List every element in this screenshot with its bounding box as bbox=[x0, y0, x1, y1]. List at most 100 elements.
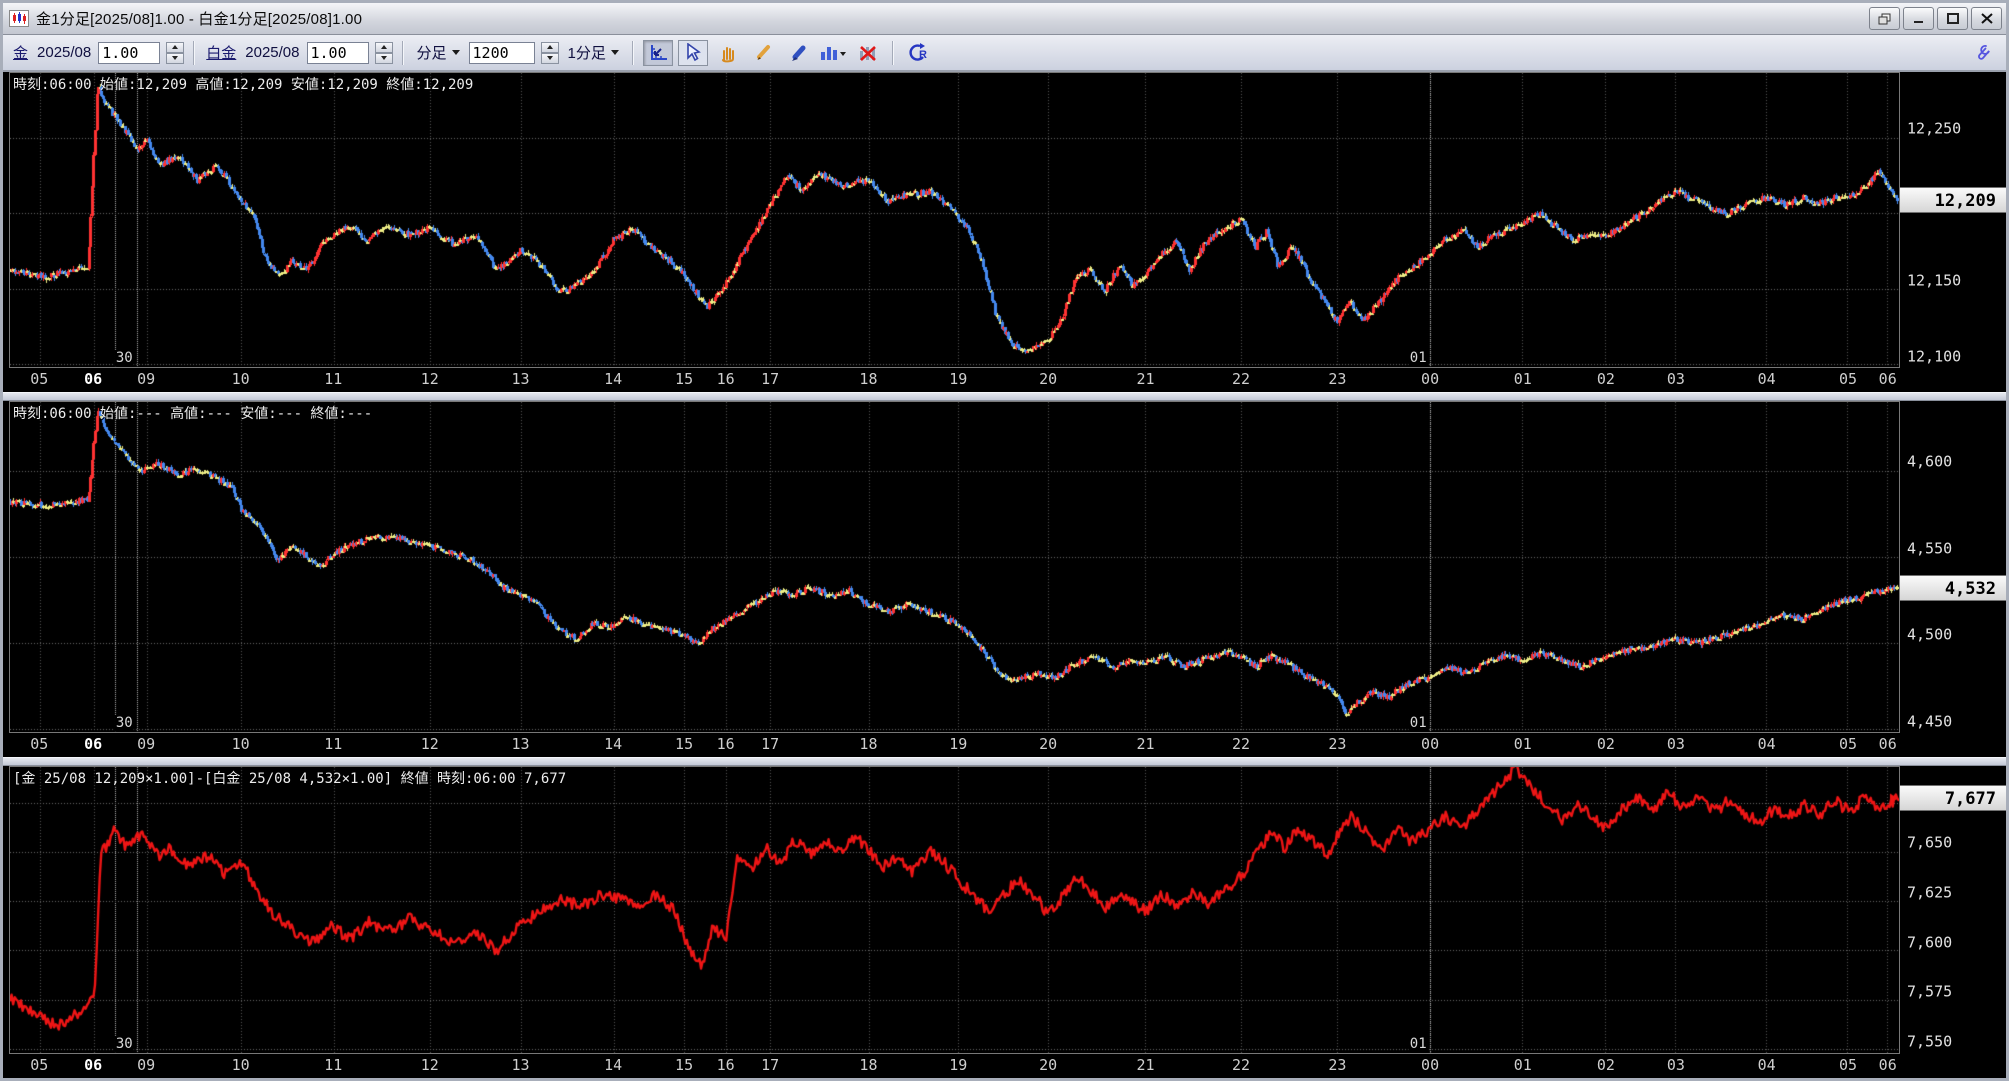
clear-drawings-button[interactable] bbox=[853, 40, 883, 66]
time-tick-label: 10 bbox=[231, 1056, 250, 1074]
bar-count-spinner[interactable] bbox=[540, 41, 559, 64]
time-tick-label: 11 bbox=[324, 1056, 343, 1074]
price-tick-label: 4,500 bbox=[1907, 625, 1953, 644]
wrench-icon bbox=[1978, 44, 1990, 60]
draw-pencil-button[interactable] bbox=[748, 40, 778, 66]
chevron-down-icon bbox=[451, 50, 460, 55]
time-tick-label: 05 bbox=[30, 370, 49, 388]
time-tick-label: 15 bbox=[675, 1056, 694, 1074]
hand-icon bbox=[721, 46, 734, 62]
time-tick-label: 01 bbox=[1513, 370, 1532, 388]
settings-wrench-button[interactable] bbox=[1968, 40, 1998, 66]
date-marker-label: 01 bbox=[1408, 715, 1428, 731]
minimize-button[interactable] bbox=[1903, 7, 1934, 30]
close-button[interactable] bbox=[1971, 7, 2002, 30]
pencil-icon bbox=[756, 44, 770, 60]
chart-splitter[interactable] bbox=[3, 757, 2006, 766]
time-tick-label: 05 bbox=[1838, 735, 1858, 753]
platinum-multiplier-spinner[interactable] bbox=[374, 41, 393, 64]
chevron-down-icon bbox=[610, 50, 619, 55]
time-tick-label: 22 bbox=[1231, 735, 1251, 753]
spread-last-price-badge: 7,677 bbox=[1900, 784, 2006, 811]
time-tick-label: 18 bbox=[859, 735, 878, 753]
time-tick-label: 04 bbox=[1757, 1056, 1776, 1074]
time-tick-label: 20 bbox=[1039, 735, 1058, 753]
time-tick-label: 01 bbox=[1513, 1056, 1532, 1074]
chart-splitter[interactable] bbox=[3, 392, 2006, 401]
time-tick-label: 15 bbox=[675, 735, 694, 753]
chart-axis-tool-button[interactable] bbox=[642, 39, 673, 66]
gold-multiplier-spinner[interactable] bbox=[166, 41, 185, 64]
price-tick-label: 4,600 bbox=[1907, 452, 1953, 471]
time-tick-label: 23 bbox=[1328, 1056, 1347, 1074]
spread-chart-info: [金 25/08 12,209×1.00]-[白金 25/08 4,532×1.… bbox=[13, 771, 567, 787]
candlestick-app-icon bbox=[9, 10, 29, 27]
gold-chart-info: 時刻:06:00 始値:12,209 高値:12,209 安値:12,209 終… bbox=[13, 77, 474, 93]
maximize-button[interactable] bbox=[1937, 7, 1968, 30]
time-tick-label: 14 bbox=[604, 735, 623, 753]
window-title: 金1分足[2025/08]1.00 - 白金1分足[2025/08]1.00 bbox=[36, 11, 363, 28]
platinum-last-price-badge: 4,532 bbox=[1900, 574, 2006, 601]
platinum-symbol-label[interactable]: 白金 bbox=[206, 42, 236, 63]
price-tick-label: 7,650 bbox=[1907, 833, 1953, 852]
time-tick-label: 02 bbox=[1596, 735, 1615, 753]
titlebar: 金1分足[2025/08]1.00 - 白金1分足[2025/08]1.00 bbox=[3, 3, 2006, 35]
spread-price-axis: 7,677 7,650 7,625 7,600 7,575 7,550 bbox=[1900, 766, 2006, 1054]
period-type-label: 分足 bbox=[416, 45, 447, 62]
gold-chart-plot[interactable]: 時刻:06:00 始値:12,209 高値:12,209 安値:12,209 終… bbox=[9, 72, 1900, 368]
time-tick-label: 19 bbox=[949, 370, 968, 388]
time-tick-label: 17 bbox=[761, 1056, 780, 1074]
platinum-multiplier-input[interactable] bbox=[306, 41, 369, 64]
gold-price-axis: 12,209 12,250 12,150 12,100 bbox=[1900, 72, 2006, 368]
time-tick-label: 16 bbox=[716, 370, 735, 388]
price-tick-label: 7,600 bbox=[1907, 933, 1953, 952]
time-tick-label: 12 bbox=[420, 735, 439, 753]
price-tick-label: 4,450 bbox=[1907, 711, 1953, 730]
duplicate-window-button[interactable] bbox=[1869, 7, 1900, 30]
platinum-chart-plot[interactable]: 時刻:06:00 始値:--- 高値:--- 安値:--- 終値:--- 30 0… bbox=[9, 401, 1900, 733]
interval-dropdown[interactable]: 1分足 bbox=[564, 40, 623, 65]
time-tick-label: 23 bbox=[1328, 370, 1347, 388]
gold-contract-label[interactable]: 2025/08 bbox=[37, 44, 91, 61]
time-tick-label: 22 bbox=[1231, 370, 1251, 388]
time-tick-label: 06 bbox=[84, 370, 103, 388]
pan-hand-button[interactable] bbox=[713, 40, 743, 66]
price-tick-label: 12,150 bbox=[1907, 271, 1962, 290]
time-tick-label: 00 bbox=[1421, 370, 1440, 388]
gold-last-price-badge: 12,209 bbox=[1900, 186, 2006, 213]
spread-chart-block: [金 25/08 12,209×1.00]-[白金 25/08 4,532×1.… bbox=[3, 766, 2006, 1078]
period-type-dropdown[interactable]: 分足 bbox=[413, 40, 464, 65]
time-tick-label: 13 bbox=[511, 735, 530, 753]
platinum-contract-label[interactable]: 2025/08 bbox=[245, 44, 299, 61]
time-tick-label: 05 bbox=[1838, 1056, 1858, 1074]
gold-symbol-label[interactable]: 金 bbox=[13, 42, 28, 63]
time-tick-label: 14 bbox=[604, 370, 623, 388]
draw-marker-button[interactable] bbox=[783, 40, 813, 66]
spread-chart-plot[interactable]: [金 25/08 12,209×1.00]-[白金 25/08 4,532×1.… bbox=[9, 766, 1900, 1054]
time-tick-label: 12 bbox=[420, 1056, 439, 1074]
time-tick-label: 17 bbox=[761, 370, 780, 388]
time-tick-label: 17 bbox=[761, 735, 780, 753]
spread-time-axis: 05 06 09 10 11 12 13 14 15 16 17 18 19 20 21 22 23 00 01 02… bbox=[9, 1054, 1900, 1078]
time-tick-label: 19 bbox=[949, 1056, 968, 1074]
time-tick-label: 04 bbox=[1757, 370, 1776, 388]
bar-style-dropdown-button[interactable] bbox=[818, 40, 848, 66]
time-tick-label: 09 bbox=[137, 735, 156, 753]
reload-button[interactable]: R bbox=[903, 40, 933, 66]
platinum-time-axis: 05 06 09 10 11 12 13 14 15 16 17 18 19 20 21 22 23 00 01 02… bbox=[9, 733, 1900, 757]
time-tick-label: 12 bbox=[420, 370, 439, 388]
time-tick-label: 20 bbox=[1039, 370, 1058, 388]
date-marker-label: 30 bbox=[114, 1036, 134, 1052]
bar-count-input[interactable] bbox=[468, 41, 535, 64]
date-marker-label: 30 bbox=[114, 350, 134, 366]
time-tick-label: 01 bbox=[1513, 735, 1532, 753]
gold-chart-block: 時刻:06:00 始値:12,209 高値:12,209 安値:12,209 終… bbox=[3, 72, 2006, 392]
time-tick-label: 06 bbox=[1878, 735, 1897, 753]
time-tick-label: 23 bbox=[1328, 735, 1347, 753]
time-tick-label: 06 bbox=[84, 1056, 103, 1074]
chart-axis-icon bbox=[650, 44, 667, 60]
select-cursor-button[interactable] bbox=[677, 39, 708, 66]
gold-multiplier-input[interactable] bbox=[98, 41, 161, 64]
time-tick-label: 06 bbox=[84, 735, 103, 753]
date-marker-label: 01 bbox=[1408, 1036, 1428, 1052]
